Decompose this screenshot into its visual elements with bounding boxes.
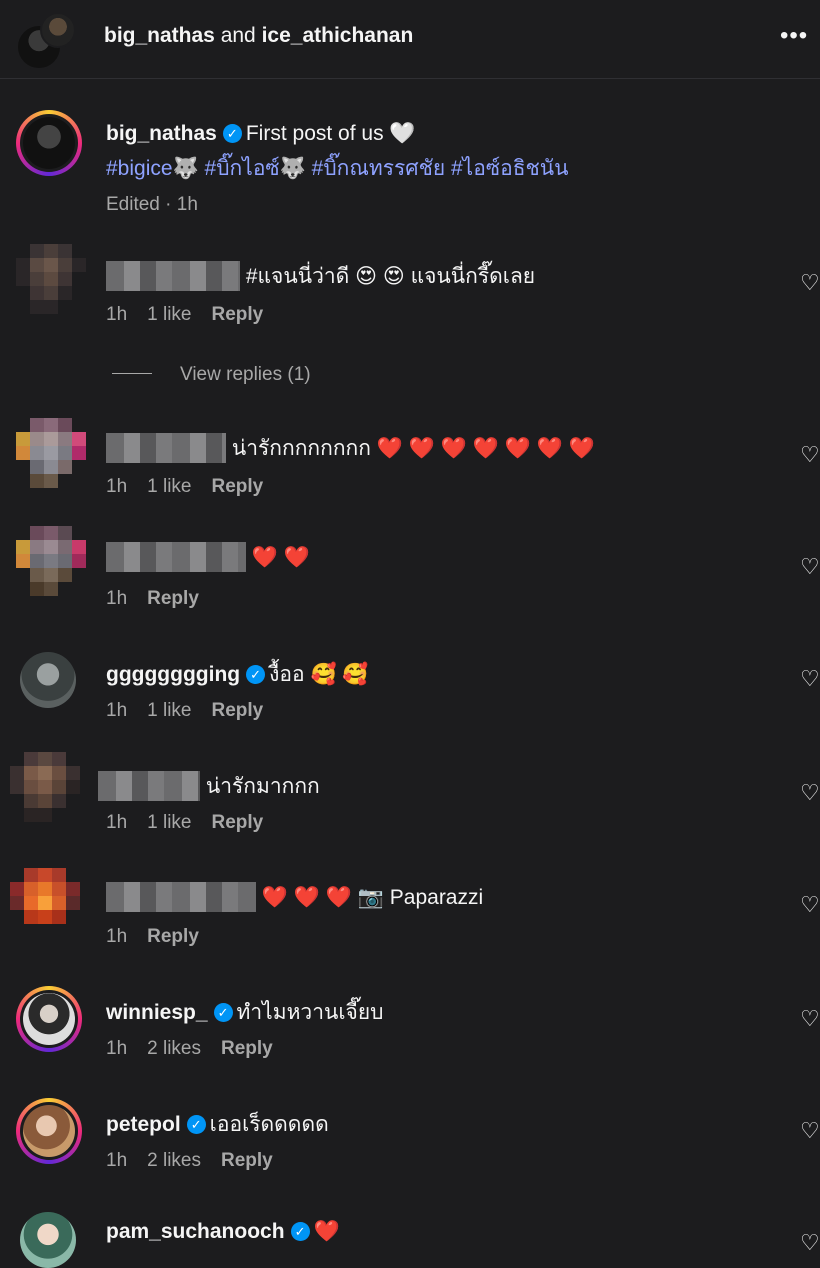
comment-username[interactable]: petepol (106, 1113, 181, 1136)
verified-badge-icon: ✓ (213, 1003, 233, 1022)
more-horizontal-icon[interactable]: ••• (780, 22, 808, 50)
censored-username (98, 771, 200, 801)
censored-username (106, 261, 240, 291)
avatar[interactable] (16, 986, 82, 1052)
comment-meta: 1h 1 like Reply (106, 812, 283, 834)
comment-text: น่ารักกกกกกกก ❤️ ❤️ ❤️ ❤️ ❤️ ❤️ ❤️ (231, 437, 595, 460)
comment-line: ❤️ ❤️ ❤️ 📷 Paparazzi (106, 882, 483, 912)
comment-time: 1h (106, 588, 128, 609)
comment-line: #แจนนี่ว่าดี 😍 😍 แจนนี่กรี๊ดเลย (106, 260, 535, 293)
avatar[interactable] (16, 244, 86, 314)
view-replies-button[interactable]: View replies (1) (112, 364, 311, 386)
verified-badge-icon: ✓ (222, 124, 242, 143)
collab-avatars[interactable] (16, 12, 78, 70)
comment-meta: 1h Reply (106, 926, 219, 948)
comment-time: 1h (106, 1038, 128, 1059)
comment-likes[interactable]: 1 like (147, 700, 191, 721)
reply-button[interactable]: Reply (212, 812, 264, 833)
reply-button[interactable]: Reply (147, 588, 199, 609)
reply-button[interactable]: Reply (147, 926, 199, 947)
reply-button[interactable]: Reply (212, 304, 264, 325)
post-header: big_nathas and ice_athichanan ••• (0, 0, 820, 79)
avatar (40, 12, 76, 48)
view-replies-label: View replies (1) (180, 364, 311, 385)
comment-text: ❤️ ❤️ ❤️ 📷 Paparazzi (261, 886, 484, 909)
caption-hashtags[interactable]: #bigice🐺 #บิ๊กไอซ์🐺 #บิ๊กณทรรศชัย #ไอซ์อ… (106, 152, 569, 185)
comment-username[interactable]: winniesp_ (106, 1001, 208, 1024)
heart-outline-icon[interactable]: ♡ (800, 554, 820, 580)
censored-username (106, 542, 246, 572)
comment-meta: 1h 1 like Reply (106, 304, 283, 326)
comment-likes[interactable]: 2 likes (147, 1150, 201, 1171)
comment-username[interactable]: gggggggging (106, 663, 240, 686)
heart-outline-icon[interactable]: ♡ (800, 1006, 820, 1032)
reply-button[interactable]: Reply (221, 1038, 273, 1059)
comment-text: ทำไมหวานเจี๊ยบ (236, 1001, 384, 1024)
comment-text: ❤️ ❤️ (251, 546, 310, 569)
comment-time: 1h (106, 926, 128, 947)
header-user1[interactable]: big_nathas (104, 24, 215, 47)
comment-text: #แจนนี่ว่าดี 😍 😍 แจนนี่กรี๊ดเลย (245, 265, 536, 288)
avatar[interactable] (16, 1098, 82, 1164)
comment-time: 1h (106, 1150, 128, 1171)
caption-username[interactable]: big_nathas (106, 122, 217, 145)
comment-time: 1h (106, 700, 128, 721)
reply-button[interactable]: Reply (212, 700, 264, 721)
avatar[interactable] (10, 752, 80, 822)
and-text: and (214, 24, 262, 47)
comment-text: น่ารักมากกก (205, 775, 320, 798)
comment-meta: 1h Reply (106, 588, 219, 610)
caption-meta: Edited · 1h (106, 194, 198, 215)
comment-line: winniesp_ ✓ ทำไมหวานเจี๊ยบ (106, 996, 383, 1029)
avatar[interactable] (16, 418, 86, 488)
heart-outline-icon[interactable]: ♡ (800, 270, 820, 296)
heart-outline-icon[interactable]: ♡ (800, 666, 820, 692)
comment-meta: 1h 1 like Reply (106, 700, 283, 722)
verified-badge-icon: ✓ (290, 1222, 310, 1241)
avatar[interactable] (10, 868, 80, 938)
caption-text: First post of us 🤍 (245, 122, 416, 145)
heart-outline-icon[interactable]: ♡ (800, 1118, 820, 1144)
reply-button[interactable]: Reply (221, 1150, 273, 1171)
comment-time: 1h (106, 304, 128, 325)
comment-text: งื้ออ 🥰 🥰 (269, 663, 369, 686)
heart-outline-icon[interactable]: ♡ (800, 442, 820, 468)
comment-username[interactable]: pam_suchanooch (106, 1220, 285, 1243)
comment-text: เออเร็ดดดดด (209, 1113, 329, 1136)
heart-outline-icon[interactable]: ♡ (800, 892, 820, 918)
comment-line: น่ารักมากกก (98, 770, 320, 803)
comment-likes[interactable]: 1 like (147, 812, 191, 833)
avatar[interactable] (20, 652, 76, 708)
verified-badge-icon: ✓ (246, 665, 266, 684)
comment-line: pam_suchanooch ✓ ❤️ (106, 1220, 340, 1244)
comment-likes[interactable]: 1 like (147, 304, 191, 325)
caption-avatar[interactable] (16, 110, 82, 176)
heart-outline-icon[interactable]: ♡ (800, 780, 820, 806)
comment-line: ❤️ ❤️ (106, 542, 310, 572)
comment-time: 1h (106, 476, 128, 497)
censored-username (106, 433, 226, 463)
comment-time: 1h (106, 812, 128, 833)
avatar[interactable] (16, 526, 86, 596)
header-user2[interactable]: ice_athichanan (262, 24, 414, 47)
collab-title: big_nathas and ice_athichanan (104, 24, 413, 48)
censored-username (106, 882, 256, 912)
comment-line: petepol ✓ เออเร็ดดดดด (106, 1108, 329, 1141)
comment-line: น่ารักกกกกกกก ❤️ ❤️ ❤️ ❤️ ❤️ ❤️ ❤️ (106, 432, 595, 465)
heart-outline-icon[interactable]: ♡ (800, 1230, 820, 1256)
reply-button[interactable]: Reply (212, 476, 264, 497)
comment-likes[interactable]: 2 likes (147, 1038, 201, 1059)
verified-badge-icon: ✓ (186, 1115, 206, 1134)
comment-meta: 1h 1 like Reply (106, 476, 283, 498)
comment-meta: 1h 2 likes Reply (106, 1150, 293, 1172)
caption-line: big_nathas ✓ First post of us 🤍 (106, 122, 416, 146)
comment-text: ❤️ (313, 1220, 340, 1243)
comment-likes[interactable]: 1 like (147, 476, 191, 497)
comment-line: gggggggging ✓ งื้ออ 🥰 🥰 (106, 658, 369, 691)
comment-meta: 1h 2 likes Reply (106, 1038, 293, 1060)
